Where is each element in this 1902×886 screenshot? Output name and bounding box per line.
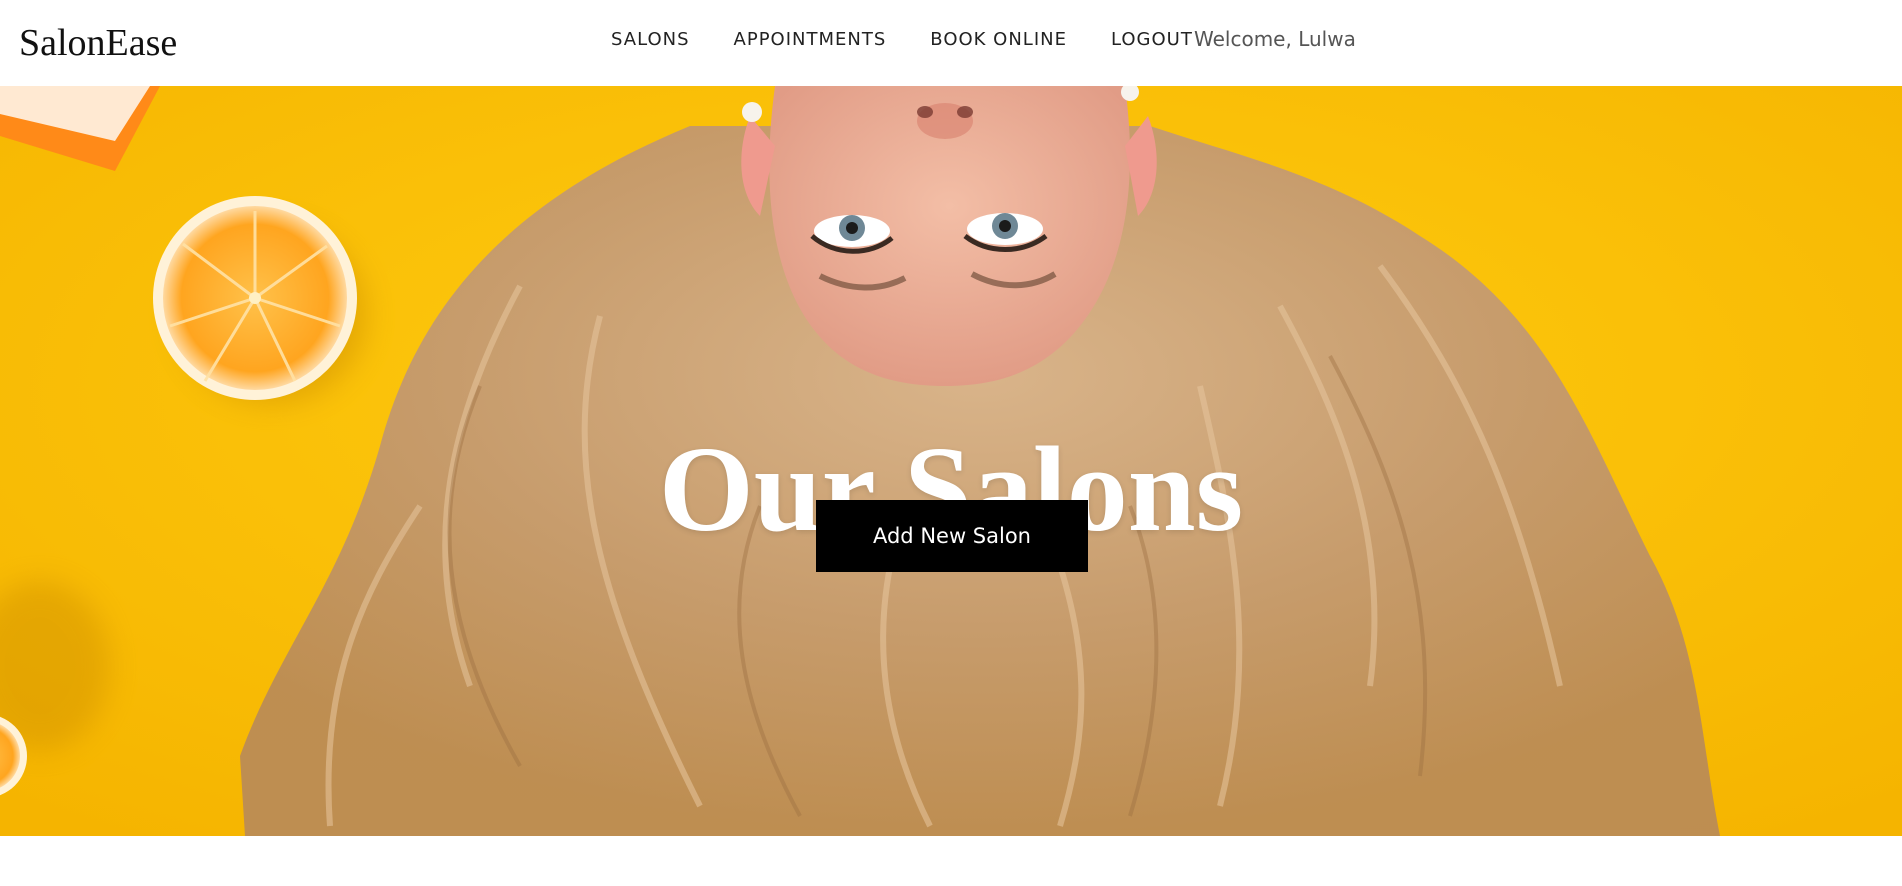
top-navbar: SalonEase SALONS APPOINTMENTS BOOK ONLIN… xyxy=(0,0,1902,86)
nav-link-book-online[interactable]: BOOK ONLINE xyxy=(930,29,1067,50)
nav-link-appointments[interactable]: APPOINTMENTS xyxy=(734,29,887,50)
nav-link-salons[interactable]: SALONS xyxy=(611,29,690,50)
main-nav: SALONS APPOINTMENTS BOOK ONLINE LOGOUT xyxy=(611,0,1193,78)
brand-logo[interactable]: SalonEase xyxy=(19,20,177,66)
add-new-salon-button[interactable]: Add New Salon xyxy=(816,500,1088,572)
page-content-area xyxy=(0,836,1902,886)
hero-banner: Our Salons Add New Salon xyxy=(0,86,1902,836)
nav-link-logout[interactable]: LOGOUT xyxy=(1111,29,1193,50)
welcome-message: Welcome, Lulwa xyxy=(1194,27,1356,51)
